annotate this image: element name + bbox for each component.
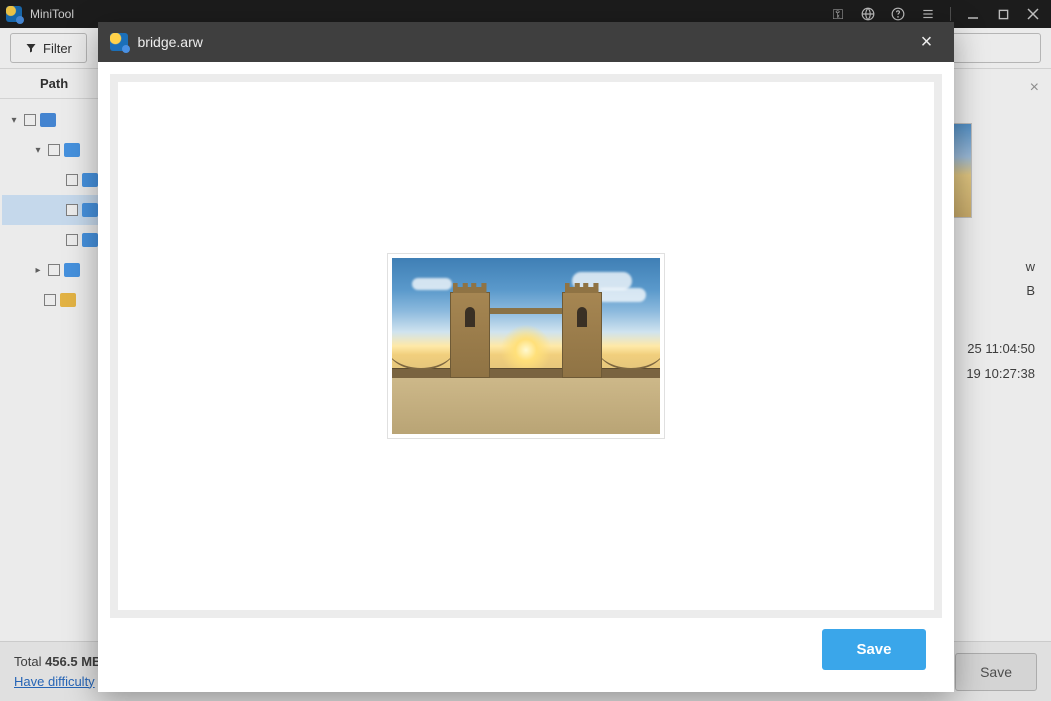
close-icon[interactable]: × xyxy=(912,31,942,54)
modal-body: Save xyxy=(98,62,954,692)
modal-overlay: bridge.arw × Sav xyxy=(0,0,1051,701)
app-logo-icon xyxy=(110,33,128,51)
modal-title-text: bridge.arw xyxy=(138,34,203,50)
preview-modal: bridge.arw × Sav xyxy=(98,22,954,692)
modal-footer: Save xyxy=(110,618,942,680)
preview-canvas xyxy=(110,74,942,618)
modal-save-button[interactable]: Save xyxy=(822,629,925,670)
modal-titlebar: bridge.arw × xyxy=(98,22,954,62)
preview-image xyxy=(388,254,664,438)
